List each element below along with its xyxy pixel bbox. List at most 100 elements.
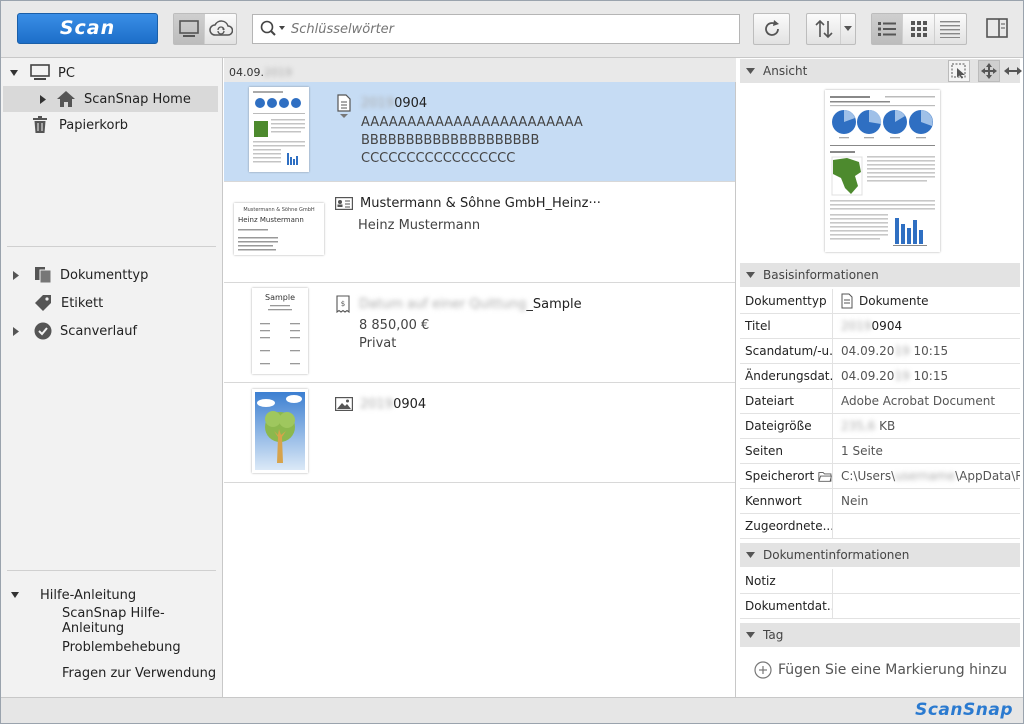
property-value[interactable]: C:\Users\username\AppData\Roa... (833, 464, 1020, 488)
collapse-arrow-icon[interactable] (10, 69, 18, 77)
tag-icon (35, 295, 51, 311)
basic-info-section-header[interactable]: Basisinformationen (740, 263, 1020, 287)
cloud-view-button[interactable] (205, 14, 236, 44)
document-preview (825, 90, 940, 252)
home-icon (57, 91, 75, 107)
value-text: 10:15 (909, 344, 949, 358)
cursor-select-icon (951, 63, 966, 79)
tree-item-label: ScanSnap Home (84, 91, 191, 107)
tree-item-document-type[interactable]: Dokumenttyp (1, 262, 219, 288)
collapse-arrow-icon[interactable] (746, 551, 755, 559)
date-group-header: 04.09.2019 (224, 58, 736, 82)
note-field[interactable] (833, 569, 1020, 593)
item-detail: Heinz Mustermann (358, 218, 481, 233)
panel-toggle-group (983, 13, 1011, 45)
property-value[interactable] (833, 514, 1020, 538)
add-tag-button[interactable]: Fügen Sie eine Markierung hinzu (754, 661, 1007, 679)
property-key: Dokumentdat... (740, 594, 833, 618)
help-link[interactable]: Problembehebung (62, 634, 181, 660)
pc-view-button[interactable] (174, 14, 206, 44)
document-info-section-header[interactable]: Dokumentinformationen (740, 543, 1020, 567)
value-text: KB (875, 419, 896, 433)
refresh-button[interactable] (754, 14, 789, 44)
section-title: Ansicht (763, 64, 808, 78)
list-item[interactable]: Sample $ Datum auf einer Quittung_Sample… (224, 283, 735, 383)
sidebar: PC ScanSnap Home Papierkorb Dokumenttyp … (1, 58, 223, 697)
tree-item-trash[interactable]: Papierkorb (1, 112, 219, 138)
side-panel-icon (986, 18, 1008, 38)
tree-item-label: Dokumenttyp (60, 267, 149, 283)
value-text: 10:15 (909, 369, 949, 383)
list-item[interactable]: 20190904 AAAAAAAAAAAAAAAAAAAAAAAA BBBBBB… (224, 82, 735, 182)
expand-arrow-icon[interactable] (12, 326, 19, 336)
property-value: 04.09.2019 10:15 (833, 364, 1020, 388)
document-icon (337, 94, 351, 118)
list-view-button[interactable] (872, 14, 904, 44)
collapse-arrow-icon[interactable] (746, 271, 755, 279)
select-tool-button[interactable] (948, 60, 970, 82)
preview-section-header[interactable]: Ansicht (740, 59, 1022, 83)
value-hidden: 19 (894, 344, 910, 358)
property-row: Änderungsdat... 04.09.2019 10:15 (740, 364, 1020, 389)
tag-section-header[interactable]: Tag (740, 623, 1020, 647)
date-prefix: 04.09. (229, 66, 264, 79)
collapse-arrow-icon[interactable] (11, 591, 19, 599)
tree-item-scansnap-home[interactable]: ScanSnap Home (3, 86, 218, 112)
move-tool-button[interactable] (978, 60, 1000, 82)
expand-arrow-icon[interactable] (39, 94, 46, 104)
sort-button[interactable] (807, 14, 841, 44)
collapse-arrow-icon[interactable] (746, 631, 755, 639)
panel-toggle-button[interactable] (983, 13, 1011, 43)
fit-width-button[interactable] (1002, 60, 1024, 82)
title-hidden: 2019 (360, 397, 394, 412)
property-row: Zugeordnete... (740, 514, 1020, 539)
tree-item-label: Scanverlauf (60, 323, 138, 339)
property-value[interactable]: 20190904 (833, 314, 1020, 338)
refresh-group (753, 13, 790, 45)
list-item[interactable]: 20190904 (224, 383, 735, 483)
key-text: Speicherort (745, 469, 815, 483)
sort-dropdown-button[interactable] (841, 14, 855, 44)
thumbnail-lines (260, 305, 300, 365)
tree-item-pc[interactable]: PC (1, 60, 219, 86)
move-icon (981, 63, 997, 79)
value-hidden: 2019 (841, 319, 872, 333)
title-suffix: _Sample (526, 297, 582, 312)
folder-icon[interactable] (818, 470, 832, 483)
item-amount: 8 850,00 € (359, 318, 430, 333)
list-item[interactable]: Mustermann & Söhne GmbH Heinz Mustermann… (224, 183, 735, 283)
document-date-field[interactable] (833, 594, 1020, 618)
tree-item-tag[interactable]: Etikett (1, 290, 219, 316)
property-value: 04.09.2019 10:15 (833, 339, 1020, 363)
date-hidden: 2019 (264, 66, 292, 79)
collapse-arrow-icon[interactable] (746, 67, 755, 75)
search-input[interactable] (291, 21, 739, 37)
property-value[interactable]: Dokumente (833, 289, 1020, 313)
search-box (252, 14, 740, 44)
detail-view-button[interactable] (935, 14, 966, 44)
business-card-icon (335, 197, 353, 210)
item-title: 20190904 (360, 397, 426, 412)
title-hidden: 2019 (361, 96, 395, 111)
property-row: Scandatum/-u... 04.09.2019 10:15 (740, 339, 1020, 364)
tree-item-scan-history[interactable]: Scanverlauf (1, 318, 219, 344)
expand-arrow-icon[interactable] (12, 270, 19, 280)
scan-button[interactable]: Scan (17, 13, 158, 44)
grid-view-button[interactable] (903, 14, 935, 44)
title-suffix: 0904 (394, 96, 428, 111)
property-key: Dateiart (740, 389, 833, 413)
property-value: Nein (841, 494, 869, 508)
property-key: Dokumenttyp (740, 289, 833, 313)
property-row: Speicherort C:\Users\username\AppData\Ro… (740, 464, 1020, 489)
help-link[interactable]: ScanSnap Hilfe-Anleitung (62, 606, 222, 636)
help-link[interactable]: Fragen zur Verwendung (62, 660, 216, 686)
help-header[interactable]: Hilfe-Anleitung (1, 582, 219, 608)
value-hidden: username (895, 469, 956, 483)
grid-view-icon (910, 21, 927, 37)
search-icon[interactable] (259, 19, 287, 39)
item-detail: Privat (359, 336, 397, 351)
business-card-thumbnail: Mustermann & Söhne GmbH Heinz Mustermann (234, 203, 324, 255)
plus-circle-icon (754, 661, 772, 679)
app-window: Scan Schlüsselwörter PC ScanSnap Home Pa… (0, 0, 1024, 724)
value-text: 04.09.20 (841, 344, 895, 358)
